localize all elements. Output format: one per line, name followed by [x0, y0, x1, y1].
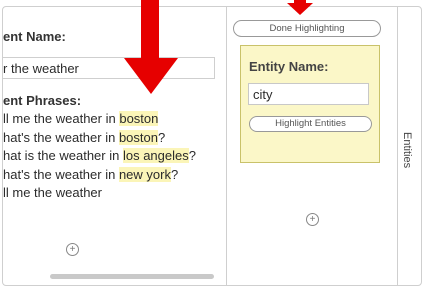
- down-arrow-icon: [124, 0, 178, 94]
- entity-name-input[interactable]: city: [248, 83, 369, 105]
- down-arrow-icon: [287, 0, 313, 15]
- phrase-item[interactable]: ll me the weather in boston: [3, 110, 196, 129]
- add-phrase-icon[interactable]: +: [66, 243, 79, 256]
- intent-name-label: ent Name:: [3, 29, 66, 44]
- intent-phrases-label: ent Phrases:: [3, 93, 82, 108]
- done-highlighting-button[interactable]: Done Highlighting: [233, 20, 381, 37]
- horizontal-scrollbar[interactable]: [50, 274, 214, 279]
- entity-highlight[interactable]: los angeles: [122, 148, 189, 163]
- entity-panel: Done Highlighting Entity Name: city High…: [227, 7, 398, 285]
- phrase-item[interactable]: hat's the weather in new york?: [3, 166, 196, 185]
- entity-card: Entity Name: city Highlight Entities: [240, 45, 380, 163]
- add-entity-icon[interactable]: +: [306, 213, 319, 226]
- window-frame: ent Name: r the weather ent Phrases: ll …: [2, 6, 422, 286]
- phrase-item[interactable]: hat's the weather in boston?: [3, 129, 196, 148]
- entities-tab-label: Entities: [401, 132, 413, 169]
- entities-sidebar-tab[interactable]: Entities: [398, 7, 421, 285]
- phrase-list: ll me the weather in boston hat's the we…: [3, 110, 196, 203]
- entity-highlight[interactable]: boston: [119, 111, 159, 126]
- highlight-entities-button[interactable]: Highlight Entities: [249, 116, 372, 132]
- entity-highlight[interactable]: boston: [118, 129, 158, 145]
- entity-name-label: Entity Name:: [249, 59, 329, 74]
- entity-highlight[interactable]: new york: [118, 166, 171, 182]
- intent-panel: ent Name: r the weather ent Phrases: ll …: [3, 7, 227, 285]
- phrase-item[interactable]: hat is the weather in los angeles?: [3, 147, 196, 166]
- phrase-item[interactable]: ll me the weather: [3, 184, 196, 203]
